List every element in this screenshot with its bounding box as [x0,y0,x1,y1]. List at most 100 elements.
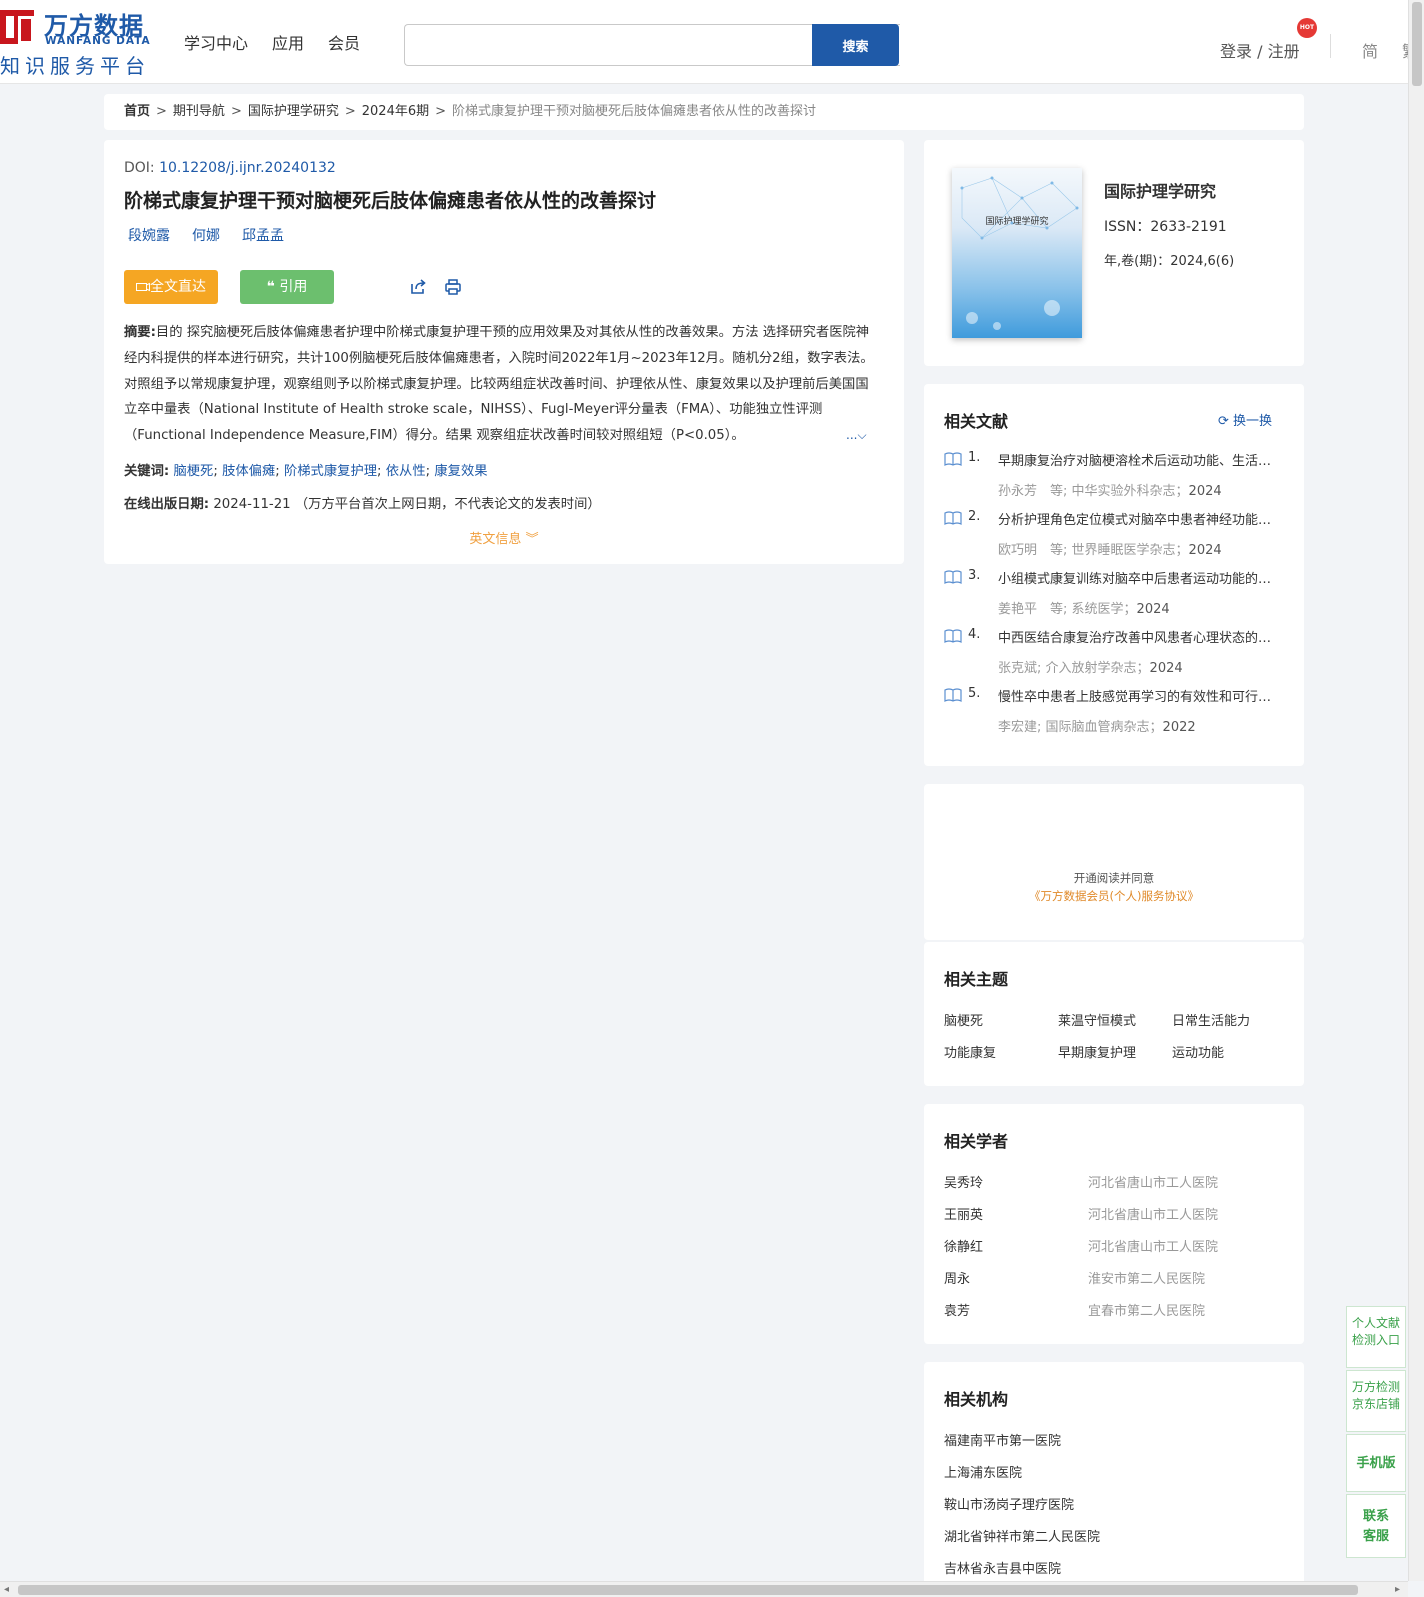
related-authors[interactable]: 孙永芳 等; [998,484,1067,499]
article-actions: 全文直达 ❝ 引用 [124,270,524,304]
scholar-org[interactable]: 宜春市第二人民医院 [1088,1300,1205,1319]
scholar-org[interactable]: 河北省唐山市工人医院 [1088,1204,1218,1223]
related-source[interactable]: 国际脑血管病杂志； [1046,720,1163,735]
breadcrumb-sep: > [156,104,167,119]
scholar-name[interactable]: 徐静红 [944,1236,983,1255]
related-title-link[interactable]: 慢性卒中患者上肢感觉再学习的有效性和可行性研究 [998,686,1278,705]
related-item: 2. 分析护理角色定位模式对脑卒中患者神经功能的影响 欧巧明 等; 世界睡眠医学… [944,509,1284,567]
wanfang-logo[interactable]: 万方数据 WANFANG DATA 知识服务平台 [0,6,152,78]
journal-name[interactable]: 国际护理学研究 [1104,178,1216,202]
nav-apps[interactable]: 应用 [272,30,304,54]
author-link[interactable]: 段婉露 [128,225,170,245]
author-link[interactable]: 邱孟孟 [242,225,284,245]
fulltext-button[interactable]: 全文直达 [124,270,218,304]
membership-prompt: 开通阅读并同意 [1073,871,1155,885]
search-button[interactable]: 搜索 [812,24,899,66]
fulltext-icon [136,282,150,292]
related-year: 2024 [1188,484,1222,499]
related-authors[interactable]: 张克斌; [998,661,1041,676]
top-header: 万方数据 WANFANG DATA 知识服务平台 学习中心 应用 会员 搜索 登… [0,0,1408,84]
related-num: 1. [968,450,981,465]
related-title-link[interactable]: 分析护理角色定位模式对脑卒中患者神经功能的影响 [998,509,1278,528]
plagiarism-check-entry[interactable]: 个人文献检测入口 [1346,1306,1406,1368]
related-title-link[interactable]: 早期康复治疗对脑梗溶栓术后运动功能、生活质量的影响 [998,450,1278,469]
related-source[interactable]: 介入放射学杂志； [1046,661,1150,676]
breadcrumb-issue[interactable]: 2024年6期 [362,104,429,119]
keyword-link[interactable]: 肢体偏瘫 [222,464,275,479]
customer-service-link[interactable]: 联系客服 [1346,1494,1406,1558]
english-info-label: 英文信息 [469,532,522,547]
scholar-org[interactable]: 河北省唐山市工人医院 [1088,1236,1218,1255]
keyword-link[interactable]: 依从性 [386,464,426,479]
breadcrumb-sep: > [230,104,242,119]
breadcrumb-sep: > [435,104,447,119]
related-meta: 李宏建; 国际脑血管病杂志；2022 [998,716,1196,735]
scholar-org[interactable]: 淮安市第二人民医院 [1088,1268,1205,1287]
scroll-left-arrow-icon[interactable]: ◂ [4,1584,9,1595]
breadcrumb-journal[interactable]: 国际护理学研究 [248,104,339,119]
related-year: 2024 [1188,543,1222,558]
topic-link[interactable]: 日常生活能力 [1172,1010,1250,1029]
institution-link[interactable]: 上海浦东医院 [944,1462,1022,1481]
book-icon [944,629,962,643]
related-source[interactable]: 世界睡眠医学杂志； [1072,543,1189,558]
breadcrumb-sep: > [344,104,356,119]
related-authors[interactable]: 李宏建; [998,720,1041,735]
english-info-toggle[interactable]: 英文信息 ︾ [104,528,904,547]
mobile-version-link[interactable]: 手机版 [1346,1434,1406,1492]
print-icon[interactable] [444,278,462,296]
institution-link[interactable]: 湖北省钟祥市第二人民医院 [944,1526,1100,1545]
share-icon[interactable] [409,278,427,296]
scholar-name[interactable]: 袁芳 [944,1300,970,1319]
pubdate-note: （万方平台首次上网日期，不代表论文的发表时间） [294,497,601,512]
keyword-link[interactable]: 康复效果 [434,464,487,479]
institution-link[interactable]: 鞍山市汤岗子理疗医院 [944,1494,1074,1513]
membership-agreement-link[interactable]: 《万方数据会员(个人)服务协议》 [924,888,1304,904]
related-source[interactable]: 系统医学； [1072,602,1137,617]
related-authors[interactable]: 姜艳平 等; [998,602,1067,617]
related-institutions-card: 相关机构 福建南平市第一医院 上海浦东医院 鞍山市汤岗子理疗医院 湖北省钟祥市第… [924,1362,1304,1590]
horizontal-scrollbar[interactable]: ◂ ▸ [0,1581,1408,1597]
related-title-link[interactable]: 中西医结合康复治疗改善中风患者心理状态的研究 [998,627,1278,646]
login-register-link[interactable]: 登录 / 注册 [1220,38,1300,62]
related-num: 4. [968,627,981,642]
vertical-scrollbar[interactable] [1408,0,1424,1581]
breadcrumb-journal-nav[interactable]: 期刊导航 [173,104,225,119]
topic-link[interactable]: 运动功能 [1172,1042,1224,1061]
nav-membership[interactable]: 会员 [328,30,360,54]
keyword-link[interactable]: 阶梯式康复护理 [284,464,377,479]
author-link[interactable]: 何娜 [192,225,220,245]
logo-mark-icon [0,10,34,44]
keyword-link[interactable]: 脑梗死 [173,464,213,479]
topic-link[interactable]: 莱温守恒模式 [1058,1010,1136,1029]
related-title-link[interactable]: 小组模式康复训练对脑卒中后患者运动功能的影响 [998,568,1278,587]
cite-button[interactable]: ❝ 引用 [240,270,334,304]
topic-link[interactable]: 脑梗死 [944,1010,983,1029]
related-institutions-title: 相关机构 [944,1390,1009,1409]
journal-cover[interactable]: 国际护理学研究 [952,168,1082,338]
topic-link[interactable]: 功能康复 [944,1042,996,1061]
expand-chevron-icon: ⌵ [857,428,867,442]
scholar-name[interactable]: 周永 [944,1268,970,1287]
breadcrumb-home[interactable]: 首页 [124,104,150,119]
header-divider [1330,34,1331,58]
fulltext-label: 全文直达 [150,279,206,295]
abstract-expand[interactable]: ...⌵ [842,428,867,443]
refresh-button[interactable]: ⟳ 换一换 [1218,410,1272,429]
scholar-org[interactable]: 河北省唐山市工人医院 [1088,1172,1218,1191]
topic-link[interactable]: 早期康复护理 [1058,1042,1136,1061]
institution-link[interactable]: 吉林省永吉县中医院 [944,1558,1061,1577]
scholar-name[interactable]: 吴秀玲 [944,1172,983,1191]
related-source[interactable]: 中华实验外科杂志； [1072,484,1189,499]
nav-learning-center[interactable]: 学习中心 [184,30,248,54]
vertical-scroll-thumb[interactable] [1412,2,1422,86]
scholar-name[interactable]: 王丽英 [944,1204,983,1223]
doi-link[interactable]: 10.12208/j.ijnr.20240132 [159,160,336,176]
scroll-right-arrow-icon[interactable]: ▸ [1395,1584,1400,1595]
author-list: 段婉露 何娜 邱孟孟 [124,225,884,245]
lang-simplified[interactable]: 简 [1362,38,1378,62]
institution-link[interactable]: 福建南平市第一医院 [944,1430,1061,1449]
jd-store-link[interactable]: 万方检测京东店铺 [1346,1370,1406,1432]
horizontal-scroll-thumb[interactable] [18,1585,1358,1595]
related-authors[interactable]: 欧巧明 等; [998,543,1067,558]
